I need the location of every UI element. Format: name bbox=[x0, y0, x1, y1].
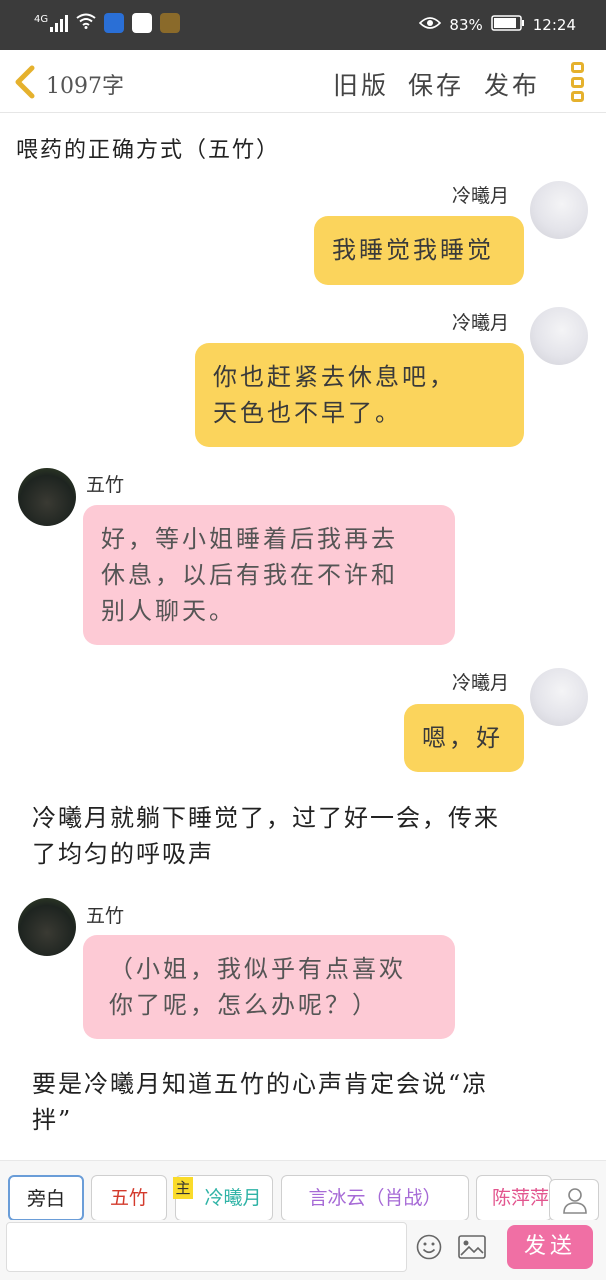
status-bar: 4G 83% 12:24 bbox=[0, 0, 606, 50]
publish-button[interactable]: 发布 bbox=[484, 66, 540, 102]
speaker-name: 冷曦月 bbox=[452, 312, 510, 334]
save-button[interactable]: 保存 bbox=[408, 66, 464, 102]
story-title: 喂药的正确方式（五竹） bbox=[16, 138, 281, 163]
signal-icon bbox=[50, 14, 69, 32]
shield-app-icon bbox=[104, 13, 125, 33]
paw-app-icon bbox=[132, 13, 153, 33]
editor-toolbar: 1097字 旧版 保存 发布 bbox=[0, 50, 606, 113]
user-icon bbox=[563, 1188, 587, 1214]
message-bubble[interactable]: 你也赶紧去休息吧， 天色也不早了。 bbox=[195, 343, 524, 447]
input-bar: 发送 bbox=[0, 1220, 606, 1280]
role-narrator[interactable]: 旁白 bbox=[8, 1175, 84, 1221]
main-role-badge: 主 bbox=[173, 1177, 193, 1199]
role-chenpingping[interactable]: 陈萍萍 bbox=[476, 1175, 552, 1221]
message-bubble[interactable]: （小姐，我似乎有点喜欢 你了呢，怎么办呢？） bbox=[83, 935, 455, 1039]
game-app-icon bbox=[160, 13, 181, 33]
avatar[interactable] bbox=[18, 468, 76, 526]
back-icon[interactable] bbox=[10, 62, 42, 102]
speaker-name: 五竹 bbox=[86, 474, 125, 496]
add-role-button[interactable] bbox=[549, 1179, 599, 1221]
role-yanbingyun[interactable]: 言冰云（肖战） bbox=[281, 1175, 469, 1221]
send-button[interactable]: 发送 bbox=[507, 1225, 593, 1269]
message-bubble[interactable]: 嗯，好 bbox=[404, 704, 524, 772]
narration-text[interactable]: 冷曦月就躺下睡觉了，过了好一会，传来 了均匀的呼吸声 bbox=[32, 800, 500, 872]
message-bubble[interactable]: 我睡觉我睡觉 bbox=[314, 216, 524, 285]
speaker-name: 冷曦月 bbox=[452, 185, 510, 207]
avatar[interactable] bbox=[18, 898, 76, 956]
wifi-icon bbox=[76, 13, 96, 33]
role-wuzhu[interactable]: 五竹 bbox=[91, 1175, 167, 1221]
battery-percent: 83% bbox=[449, 16, 483, 34]
avatar[interactable] bbox=[530, 181, 588, 239]
speaker-name: 五竹 bbox=[86, 905, 125, 927]
network-type: 4G bbox=[34, 13, 49, 25]
avatar[interactable] bbox=[530, 668, 588, 726]
clock: 12:24 bbox=[532, 16, 576, 34]
speaker-name: 冷曦月 bbox=[452, 672, 510, 694]
message-input[interactable] bbox=[6, 1222, 407, 1272]
emoji-icon[interactable] bbox=[416, 1234, 442, 1260]
image-icon[interactable] bbox=[458, 1235, 486, 1259]
message-bubble[interactable]: 好，等小姐睡着后我再去 休息，以后有我在不许和 别人聊天。 bbox=[83, 505, 455, 645]
eye-icon bbox=[419, 16, 442, 34]
battery-icon bbox=[491, 15, 525, 35]
narration-text[interactable]: 要是冷曦月知道五竹的心声肯定会说“凉 拌” bbox=[32, 1066, 488, 1138]
old-version-button[interactable]: 旧版 bbox=[333, 66, 389, 102]
avatar[interactable] bbox=[530, 307, 588, 365]
word-count: 1097字 bbox=[46, 74, 124, 99]
more-menu-icon[interactable] bbox=[568, 62, 586, 102]
